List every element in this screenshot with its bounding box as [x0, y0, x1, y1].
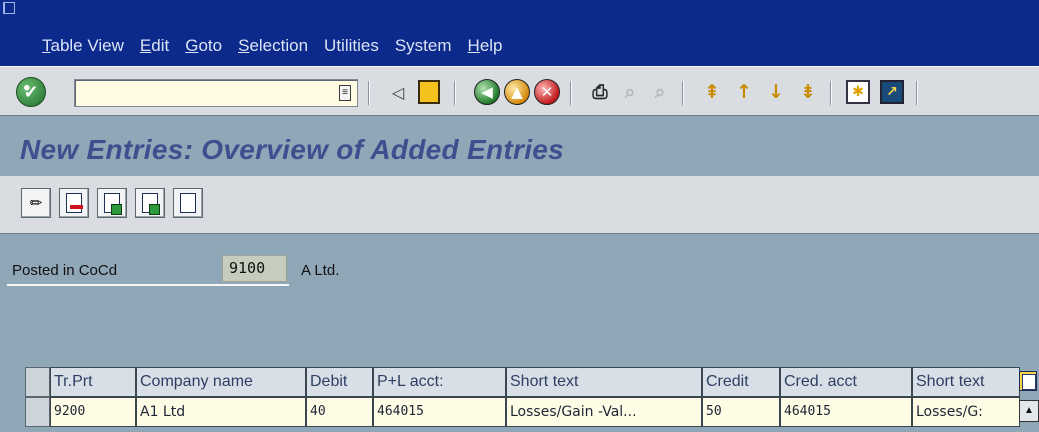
back-arrow-icon[interactable]: ◁ — [384, 78, 412, 106]
last-page-icon[interactable]: ⇟ — [794, 78, 822, 106]
table-cell[interactable]: 464015 — [373, 397, 506, 427]
table-cell[interactable]: 464015 — [780, 397, 912, 427]
menu-selection[interactable]: Selection — [238, 36, 308, 56]
toolbar-separator — [570, 81, 572, 105]
change-display-icon[interactable]: ✏ — [21, 188, 51, 218]
save-icon[interactable] — [418, 80, 440, 104]
deselect-all-icon[interactable] — [173, 188, 203, 218]
table-cell[interactable]: Losses/G: — [912, 397, 1020, 427]
select-all-rows-button[interactable] — [25, 367, 50, 397]
application-toolbar: ✏ — [0, 176, 1039, 234]
column-header[interactable]: Cred. acct — [780, 367, 912, 397]
exit-icon[interactable]: ▲ — [504, 79, 530, 105]
shortcut-icon[interactable]: ↗ — [880, 80, 904, 104]
menu-goto[interactable]: Goto — [185, 36, 222, 56]
standard-toolbar: ✓ ≡ ◁ ◀ ▲ ✕ ⎙ ⌕ ⌕ ⇞ ↑ ↓ ⇟ ✱ ↗ — [0, 66, 1039, 116]
label-underline — [7, 284, 289, 286]
menu-table-view[interactable]: Table View — [42, 36, 124, 56]
back-icon[interactable]: ◀ — [474, 79, 500, 105]
toolbar-separator — [454, 81, 456, 105]
scroll-up-icon[interactable]: ▲ — [1019, 400, 1039, 422]
table-cell[interactable]: 9200 — [50, 397, 136, 427]
menu-system[interactable]: System — [395, 36, 452, 56]
cocd-field: 9100 — [222, 255, 287, 282]
table-cell[interactable]: 50 — [702, 397, 780, 427]
menu-edit[interactable]: Edit — [140, 36, 169, 56]
column-header[interactable]: Tr.Prt — [50, 367, 136, 397]
page-title: New Entries: Overview of Added Entries — [20, 134, 565, 165]
system-menu-icon[interactable] — [3, 2, 15, 14]
table-cell[interactable]: 40 — [306, 397, 373, 427]
row-selector[interactable] — [25, 397, 50, 427]
column-header[interactable]: Debit — [306, 367, 373, 397]
toolbar-separator — [682, 81, 684, 105]
find-icon[interactable]: ⌕ — [616, 78, 644, 106]
table-cell[interactable]: A1 Ltd — [136, 397, 306, 427]
menu-help[interactable]: Help — [468, 36, 503, 56]
column-header[interactable]: Short text — [506, 367, 702, 397]
enter-icon[interactable]: ✓ — [16, 77, 46, 107]
select-block-icon[interactable] — [135, 188, 165, 218]
column-header[interactable]: Company name — [136, 367, 306, 397]
menu-bar: Table View Edit Goto Selection Utilities… — [0, 0, 1039, 66]
toolbar-separator — [830, 81, 832, 105]
previous-page-icon[interactable]: ↑ — [730, 78, 758, 106]
select-all-icon[interactable] — [97, 188, 127, 218]
toolbar-separator — [916, 81, 918, 105]
table-cell[interactable]: Losses/Gain -Val... — [506, 397, 702, 427]
column-header[interactable]: P+L acct: — [373, 367, 506, 397]
toolbar-separator — [368, 81, 370, 105]
create-session-icon[interactable]: ✱ — [846, 80, 870, 104]
column-header[interactable]: Credit — [702, 367, 780, 397]
first-page-icon[interactable]: ⇞ — [698, 78, 726, 106]
company-name-text: A Ltd. — [301, 262, 340, 279]
command-field[interactable]: ≡ — [74, 79, 358, 107]
find-next-icon[interactable]: ⌕ — [646, 78, 674, 106]
delete-entry-icon[interactable] — [59, 188, 89, 218]
print-icon[interactable]: ⎙ — [586, 78, 614, 106]
cocd-label: Posted in CoCd — [12, 262, 118, 279]
column-header[interactable]: Short text — [912, 367, 1020, 397]
column-settings-icon[interactable] — [1019, 371, 1037, 391]
menu-utilities[interactable]: Utilities — [324, 36, 379, 56]
menu-items: Table View Edit Goto Selection Utilities… — [42, 36, 503, 56]
cancel-icon[interactable]: ✕ — [534, 79, 560, 105]
next-page-icon[interactable]: ↓ — [762, 78, 790, 106]
command-history-icon[interactable]: ≡ — [339, 85, 351, 101]
